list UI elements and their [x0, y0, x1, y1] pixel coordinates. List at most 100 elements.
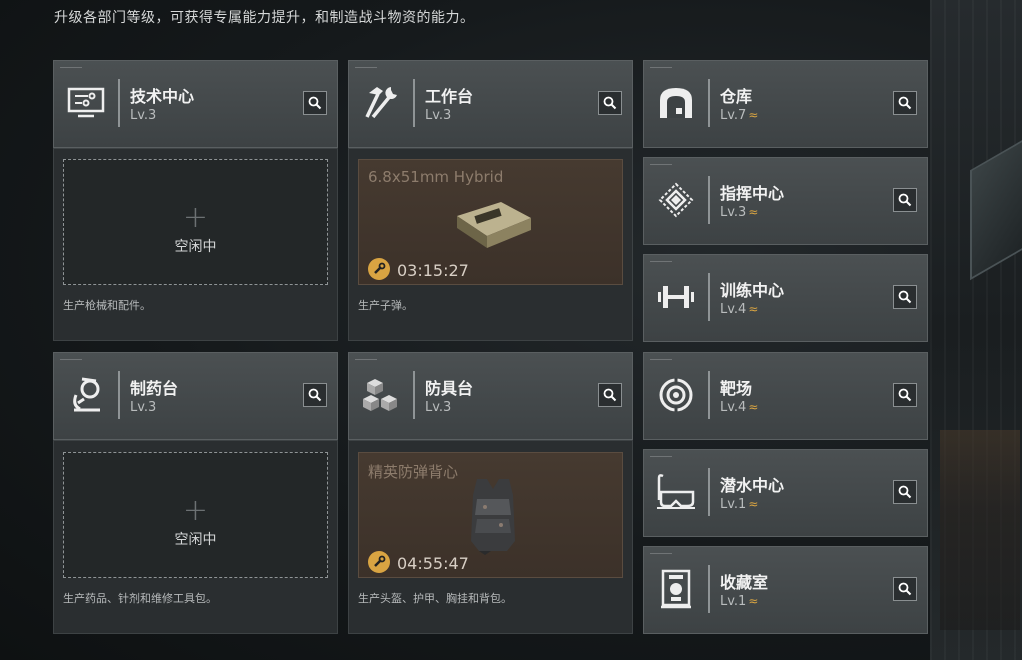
command-diamond-icon [654, 178, 698, 222]
dept-pharmacy-header[interactable]: 制药台 Lv.3 [53, 352, 338, 440]
dept-name: 技术中心 [130, 87, 195, 106]
magnifier-icon [898, 193, 912, 207]
background-lower-panel [940, 430, 1020, 630]
dept-name: 仓库 [720, 87, 753, 106]
header-separator [708, 79, 710, 127]
search-button[interactable] [893, 480, 917, 504]
dept-name: 防具台 [425, 379, 474, 398]
dept-level: Lv.3 [130, 400, 157, 415]
header-decoration [650, 456, 672, 459]
header-separator [118, 371, 120, 419]
wrench-timer-icon [368, 551, 390, 573]
dept-collection-header[interactable]: 收藏室 Lv.1 ≈ [643, 546, 928, 634]
background-structure [930, 0, 1022, 660]
header-decoration [650, 67, 672, 70]
armor-vest-icon [467, 475, 519, 559]
search-button[interactable] [598, 383, 622, 407]
upgrade-icon: ≈ [748, 302, 759, 316]
idle-label: 空闲中 [174, 239, 217, 255]
header-decoration [60, 67, 82, 70]
magnifier-icon [308, 96, 322, 110]
upgrade-icon: ≈ [748, 108, 759, 122]
header-separator [413, 371, 415, 419]
dept-description: 生产枪械和配件。 [63, 299, 151, 312]
header-decoration [60, 359, 82, 362]
search-button[interactable] [303, 383, 327, 407]
dept-level: Lv.1 ≈ [720, 497, 759, 512]
dept-description: 生产头盔、护甲、胸挂和背包。 [358, 592, 512, 605]
dept-name: 训练中心 [720, 281, 785, 300]
upgrade-icon: ≈ [748, 205, 759, 219]
dept-name: 工作台 [425, 87, 474, 106]
background-hex-panel [970, 129, 1022, 281]
search-button[interactable] [598, 91, 622, 115]
header-separator [708, 273, 710, 321]
magnifier-icon [898, 96, 912, 110]
header-decoration [355, 67, 377, 70]
header-separator [118, 79, 120, 127]
dept-training-header[interactable]: 训练中心 Lv.4 ≈ [643, 254, 928, 342]
production-slot-idle[interactable]: + 空闲中 [63, 452, 328, 578]
dept-level: Lv.7 ≈ [720, 108, 759, 123]
search-button[interactable] [893, 577, 917, 601]
header-separator [708, 565, 710, 613]
search-button[interactable] [303, 91, 327, 115]
dept-command-header[interactable]: 指挥中心 Lv.3 ≈ [643, 157, 928, 245]
dept-level: Lv.3 [425, 108, 452, 123]
dept-level: Lv.3 [425, 400, 452, 415]
dept-level: Lv.3 ≈ [720, 205, 759, 220]
computer-icon [64, 81, 108, 125]
warehouse-icon [654, 81, 698, 125]
dept-diving-header[interactable]: 潜水中心 Lv.1 ≈ [643, 449, 928, 537]
header-decoration [650, 261, 672, 264]
dept-workbench-body: 6.8x51mm Hybrid 03:15:27 生产子弹。 [348, 148, 633, 341]
add-icon: + [182, 200, 209, 235]
magnifier-icon [308, 388, 322, 402]
add-icon: + [182, 493, 209, 528]
item-name: 精英防弹背心 [368, 463, 459, 481]
diving-mask-icon [654, 470, 698, 514]
production-slot-busy[interactable]: 6.8x51mm Hybrid 03:15:27 [358, 159, 623, 285]
magnifier-icon [898, 582, 912, 596]
magnifier-icon [603, 96, 617, 110]
dept-level: Lv.1 ≈ [720, 594, 759, 609]
dept-armor-header[interactable]: 防具台 Lv.3 [348, 352, 633, 440]
dept-description: 生产子弹。 [358, 299, 413, 312]
dept-range-header[interactable]: 靶场 Lv.4 ≈ [643, 352, 928, 440]
search-button[interactable] [893, 91, 917, 115]
tools-icon [359, 81, 403, 125]
header-decoration [650, 359, 672, 362]
header-separator [708, 371, 710, 419]
production-timer: 04:55:47 [397, 554, 469, 573]
dumbbell-icon [654, 275, 698, 319]
dept-tech-body: + 空闲中 生产枪械和配件。 [53, 148, 338, 341]
header-separator [708, 176, 710, 224]
upgrade-icon: ≈ [748, 400, 759, 414]
magnifier-icon [898, 388, 912, 402]
dept-level: Lv.4 ≈ [720, 302, 759, 317]
item-name: 6.8x51mm Hybrid [368, 168, 504, 186]
dept-tech-header[interactable]: 技术中心 Lv.3 [53, 60, 338, 148]
magnifier-icon [898, 290, 912, 304]
production-slot-busy[interactable]: 精英防弹背心 04:55:47 [358, 452, 623, 578]
dept-name: 制药台 [130, 379, 179, 398]
production-slot-idle[interactable]: + 空闲中 [63, 159, 328, 285]
header-separator [413, 79, 415, 127]
microscope-icon [64, 373, 108, 417]
idle-label: 空闲中 [174, 532, 217, 548]
dept-workbench-header[interactable]: 工作台 Lv.3 [348, 60, 633, 148]
cubes-icon [359, 373, 403, 417]
dept-armor-body: 精英防弹背心 04:55:47 生产头盔、护甲、胸挂和背包。 [348, 440, 633, 634]
dept-warehouse-header[interactable]: 仓库 Lv.7 ≈ [643, 60, 928, 148]
ammo-box-icon [451, 196, 535, 256]
search-button[interactable] [893, 285, 917, 309]
dept-level: Lv.4 ≈ [720, 400, 759, 415]
page-intro: 升级各部门等级，可获得专属能力提升，和制造战斗物资的能力。 [54, 10, 475, 26]
magnifier-icon [603, 388, 617, 402]
dept-name: 收藏室 [720, 573, 769, 592]
search-button[interactable] [893, 383, 917, 407]
upgrade-icon: ≈ [748, 594, 759, 608]
search-button[interactable] [893, 188, 917, 212]
header-decoration [650, 553, 672, 556]
magnifier-icon [898, 485, 912, 499]
